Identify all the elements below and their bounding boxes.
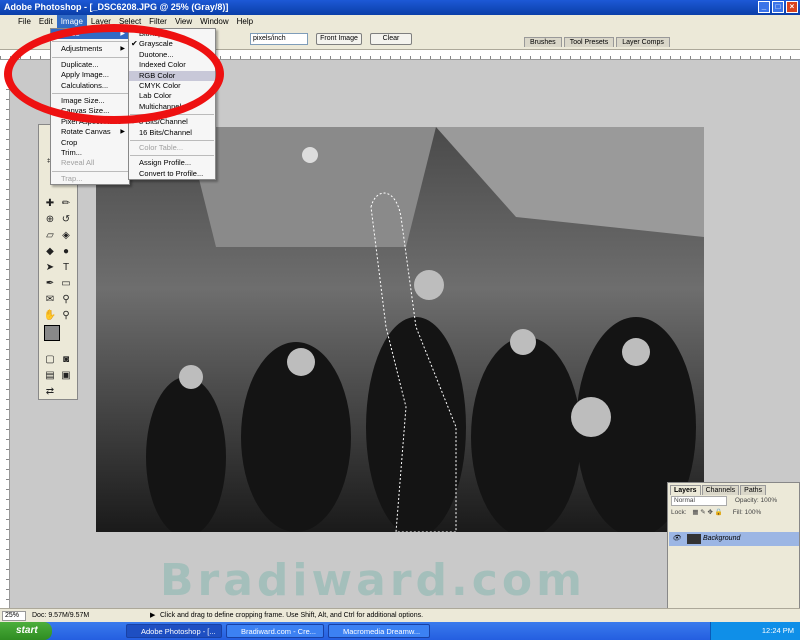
- healing-brush-icon[interactable]: ✚: [43, 197, 57, 211]
- menu-window[interactable]: Window: [196, 15, 232, 28]
- menu-edit[interactable]: Edit: [35, 15, 57, 28]
- document-canvas[interactable]: [96, 127, 704, 532]
- red-circle-annotation: [4, 24, 224, 124]
- path-select-icon[interactable]: ➤: [43, 261, 57, 275]
- system-tray: 12:24 PM: [710, 622, 800, 640]
- layers-panel-tabs: Layers Channels Paths: [668, 483, 799, 495]
- fill-label: Fill:: [732, 509, 743, 516]
- zoom-tool-icon[interactable]: ⚲: [59, 309, 73, 323]
- front-image-button[interactable]: Front Image: [316, 33, 362, 45]
- start-button[interactable]: start: [0, 622, 52, 640]
- shape-tool-icon[interactable]: ▭: [59, 277, 73, 291]
- eye-icon[interactable]: 👁: [672, 532, 681, 546]
- type-tool-icon[interactable]: T: [59, 261, 73, 275]
- menu-view[interactable]: View: [171, 15, 196, 28]
- menu-item-trap[interactable]: Trap...: [51, 174, 129, 184]
- hand-tool-icon[interactable]: ✋: [43, 309, 57, 323]
- quickmask-mode-icon[interactable]: ◙: [59, 353, 73, 367]
- standard-mode-icon[interactable]: ▢: [43, 353, 57, 367]
- minimize-button[interactable]: _: [758, 1, 770, 13]
- foreground-color-swatch[interactable]: [44, 325, 60, 341]
- blend-mode-select[interactable]: Normal: [671, 496, 727, 506]
- menu-item-16-bits[interactable]: 16 Bits/Channel: [129, 128, 215, 138]
- window-title-bar: Adobe Photoshop - [_DSC6208.JPG @ 25% (G…: [0, 0, 800, 15]
- lock-fill-row: Lock: ▦ ✎ ✥ 🔒 Fill: 100%: [668, 507, 799, 519]
- play-icon[interactable]: ▶: [150, 609, 155, 623]
- blur-tool-icon[interactable]: ◆: [43, 245, 57, 259]
- dodge-tool-icon[interactable]: ●: [59, 245, 73, 259]
- menu-item-rotate-canvas[interactable]: Rotate Canvas ▶: [51, 127, 129, 137]
- blend-opacity-row: Normal Opacity: 100%: [668, 495, 799, 507]
- notes-tool-icon[interactable]: ✉: [43, 293, 57, 307]
- opacity-value[interactable]: 100%: [760, 497, 777, 504]
- opacity-label: Opacity:: [734, 497, 759, 504]
- photo-image: [96, 127, 704, 532]
- menu-item-trim[interactable]: Trim...: [51, 148, 129, 158]
- layer-name: Background: [703, 535, 741, 542]
- history-brush-icon[interactable]: ↺: [59, 213, 73, 227]
- pen-tool-icon[interactable]: ✒: [43, 277, 57, 291]
- eyedropper-icon[interactable]: ⚲: [59, 293, 73, 307]
- screen-mode-icon[interactable]: ▤: [43, 369, 57, 383]
- tab-paths[interactable]: Paths: [740, 485, 767, 495]
- layers-panel: Layers Channels Paths Normal Opacity: 10…: [667, 482, 800, 622]
- close-button[interactable]: ×: [786, 1, 798, 13]
- vertical-ruler: [0, 60, 10, 608]
- menu-help[interactable]: Help: [233, 15, 257, 28]
- fullscreen-mode-icon[interactable]: ▣: [59, 369, 73, 383]
- clear-button[interactable]: Clear: [370, 33, 412, 45]
- menu-item-crop[interactable]: Crop: [51, 138, 129, 148]
- clock: 12:24 PM: [761, 626, 794, 635]
- window-title: Adobe Photoshop - [_DSC6208.JPG @ 25% (G…: [4, 2, 229, 12]
- maximize-button[interactable]: □: [772, 1, 784, 13]
- paint-bucket-icon[interactable]: ◈: [59, 229, 73, 243]
- menu-item-assign-profile[interactable]: Assign Profile...: [129, 158, 215, 168]
- eraser-tool-icon[interactable]: ▱: [43, 229, 57, 243]
- task-dreamweaver[interactable]: Macromedia Dreamw...: [328, 624, 430, 638]
- task-browser[interactable]: Bradiward.com - Cre...: [226, 624, 324, 638]
- zoom-field[interactable]: 25%: [2, 611, 26, 621]
- tab-tool-presets[interactable]: Tool Presets: [563, 37, 615, 47]
- menu-item-color-table[interactable]: Color Table...: [129, 143, 215, 153]
- tab-layers[interactable]: Layers: [670, 485, 701, 495]
- jump-to-imageready-icon[interactable]: ⇄: [43, 385, 57, 399]
- layer-row-background[interactable]: 👁 Background: [669, 532, 799, 546]
- tab-channels[interactable]: Channels: [701, 485, 740, 495]
- menu-item-convert-to-profile[interactable]: Convert to Profile...: [129, 169, 215, 179]
- taskbar: start Adobe Photoshop - [... Bradiward.c…: [0, 622, 800, 640]
- resolution-unit-select[interactable]: pixels/inch: [250, 33, 308, 45]
- watermark-text: Bradiward.com: [160, 555, 586, 606]
- lock-icons[interactable]: ▦ ✎ ✥ 🔒: [692, 509, 723, 516]
- brush-tool-icon[interactable]: ✏: [59, 197, 73, 211]
- tab-brushes[interactable]: Brushes: [524, 37, 562, 47]
- tab-layer-comps[interactable]: Layer Comps: [616, 37, 670, 47]
- menu-item-reveal-all[interactable]: Reveal All: [51, 158, 129, 168]
- palette-well: Brushes Tool Presets Layer Comps: [524, 37, 670, 47]
- status-hint: Click and drag to define cropping frame.…: [160, 612, 424, 619]
- lock-label: Lock:: [671, 509, 687, 516]
- window-controls: _ □ ×: [758, 1, 798, 13]
- status-bar: 25% Doc: 9.57M/9.57M ▶ Click and drag to…: [0, 608, 800, 622]
- fill-value[interactable]: 100%: [745, 509, 762, 516]
- layer-thumbnail: [687, 534, 701, 544]
- task-photoshop[interactable]: Adobe Photoshop - [...: [126, 624, 222, 638]
- doc-size: Doc: 9.57M/9.57M: [32, 612, 90, 619]
- stamp-tool-icon[interactable]: ⊕: [43, 213, 57, 227]
- menu-file[interactable]: File: [14, 15, 35, 28]
